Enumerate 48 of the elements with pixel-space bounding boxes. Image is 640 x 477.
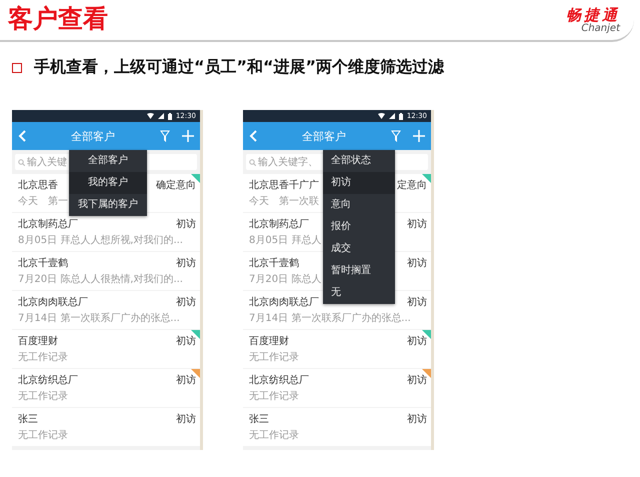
customer-stage: 初访 (176, 335, 196, 348)
customer-stage: 初访 (176, 257, 196, 270)
customer-note: 7月14日 第一次联系厂广办的张总... (249, 312, 411, 326)
logo-subtext: Chanjet (581, 23, 620, 34)
customer-note: 无工作记录 (249, 429, 299, 443)
logo-text: 畅捷通 (566, 7, 620, 23)
customer-note: 无工作记录 (249, 351, 299, 365)
customer-name: 北京肉肉联总厂 (18, 296, 88, 309)
customer-note: 无工作记录 (18, 429, 68, 443)
customer-stage: 初访 (176, 296, 196, 309)
customer-name: 北京制药总厂 (18, 218, 78, 231)
customer-note: 今天 第一次联 (249, 195, 319, 209)
customer-note: 8月05日 拜总人 (249, 234, 322, 248)
customer-name: 百度理财 (18, 335, 58, 348)
customer-name: 北京肉肉联总厂 (249, 296, 319, 309)
customer-stage: 初访 (176, 218, 196, 231)
customer-name: 张三 (249, 413, 269, 426)
customer-stage: 初访 (407, 335, 427, 348)
customer-stage: 初访 (407, 218, 427, 231)
customer-stage: 初访 (407, 257, 427, 270)
customer-note: 8月05日 拜总人人想所视,对我们的... (18, 234, 183, 248)
customer-name: 北京思香千广广 (249, 179, 319, 192)
customer-name: 张三 (18, 413, 38, 426)
header-title: 全部客户 (301, 128, 347, 144)
header-title: 全部客户 (70, 128, 116, 144)
customer-note: 无工作记录 (249, 390, 299, 404)
customer-note: 7月20日 陈总人 (249, 273, 322, 287)
customer-name: 北京千壹鹤 (249, 257, 299, 270)
customer-stage: 定意向 (397, 179, 427, 192)
customer-name: 百度理财 (249, 335, 289, 348)
customer-stage: 初访 (407, 374, 427, 387)
customer-note: 今天 第一 (18, 195, 68, 209)
customer-name: 北京思香 (18, 179, 58, 192)
customer-stage: 确定意向 (156, 179, 196, 192)
customer-stage: 初访 (407, 413, 427, 426)
customer-note: 无工作记录 (18, 351, 68, 365)
customer-name: 北京制药总厂 (249, 218, 309, 231)
customer-stage: 初访 (407, 296, 427, 309)
customer-note: 7月20日 陈总人人很热情,对我们的... (18, 273, 183, 287)
customer-stage: 初访 (176, 413, 196, 426)
customer-name: 北京千壹鹤 (18, 257, 68, 270)
bullet-text: 手机查看，上级可通过“员工”和“进展”两个维度筛选过滤 (34, 57, 444, 78)
slide-title: 客户查看 (8, 3, 108, 35)
customer-note: 无工作记录 (18, 390, 68, 404)
customer-name: 北京纺织总厂 (249, 374, 309, 387)
customer-note: 7月14日 第一次联系厂广办的张总... (18, 312, 180, 326)
customer-stage: 初访 (176, 374, 196, 387)
customer-name: 北京纺织总厂 (18, 374, 78, 387)
